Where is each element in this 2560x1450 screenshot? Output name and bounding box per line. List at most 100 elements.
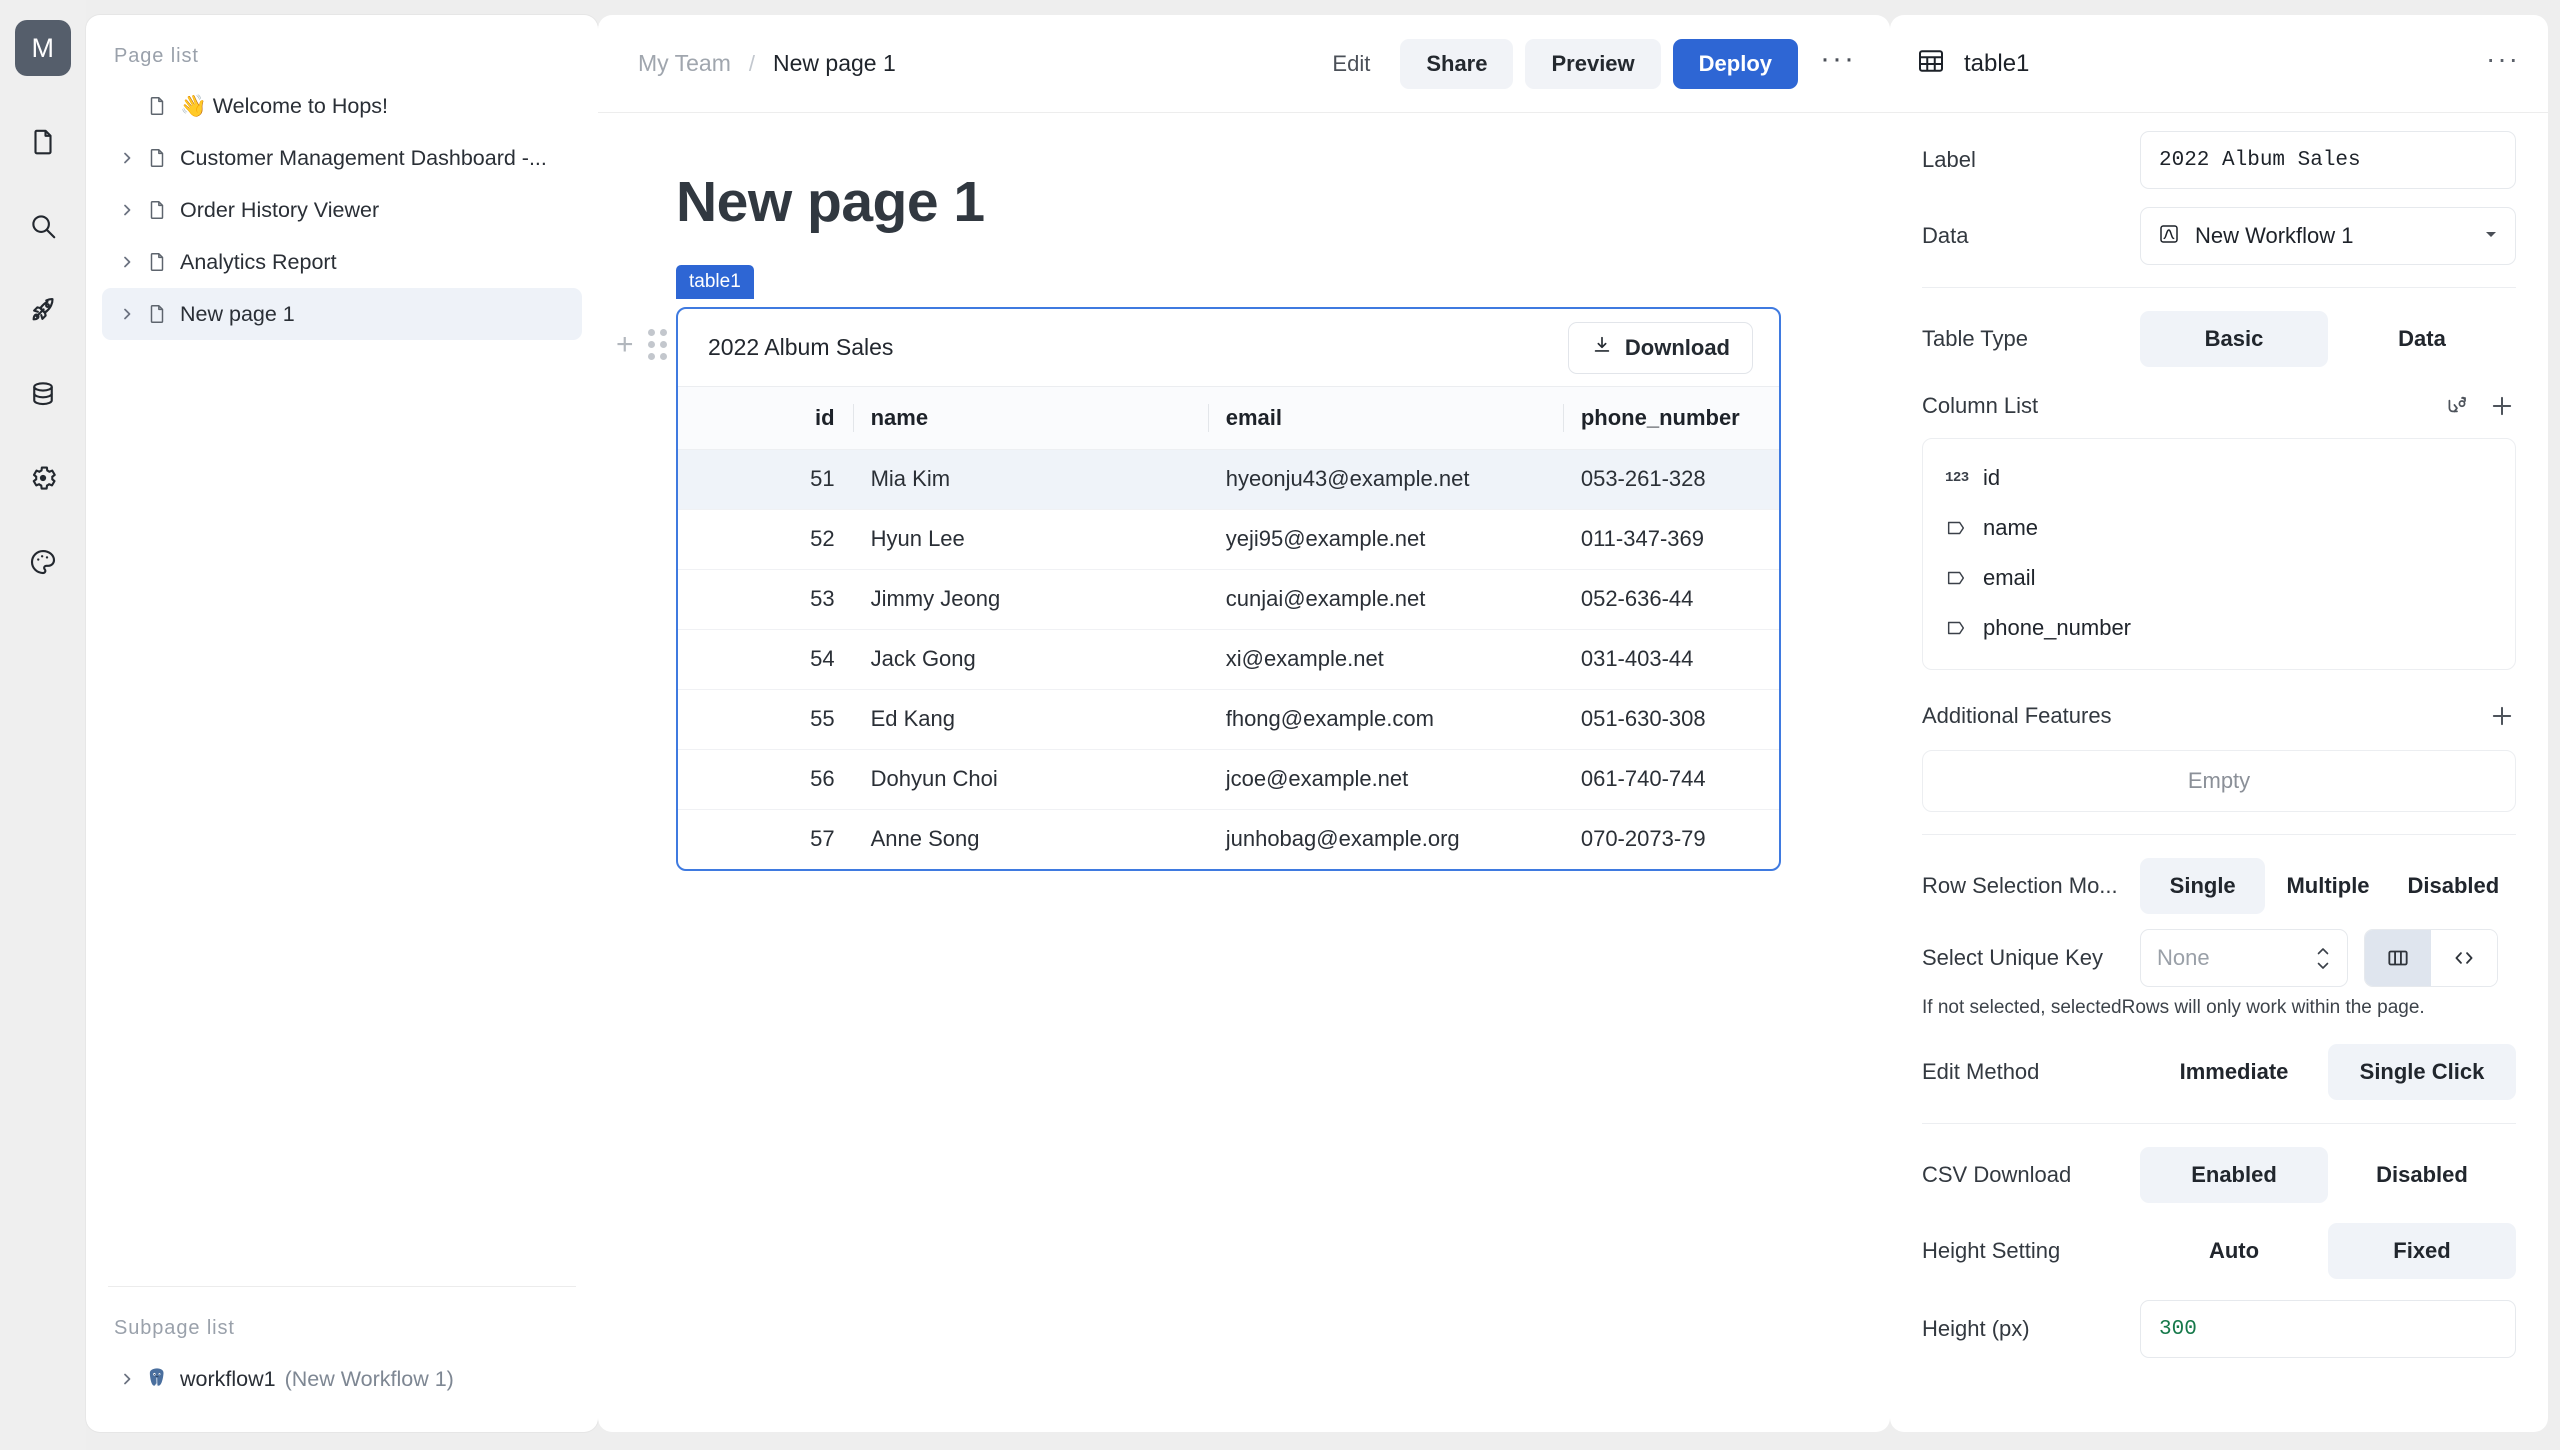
rail-item-settings[interactable] — [15, 450, 71, 506]
preview-button[interactable]: Preview — [1525, 38, 1661, 89]
table-type-option-basic[interactable]: Basic — [2140, 311, 2328, 367]
drag-handle-icon[interactable] — [647, 329, 667, 360]
column-list-item[interactable]: phone_number — [1923, 603, 2515, 653]
height-setting-segmented: Auto Fixed — [2140, 1223, 2516, 1279]
table-scroll-area[interactable]: id name email phone_number 51 Mia Kim hy… — [678, 387, 1779, 869]
page-list-item[interactable]: Order History Viewer — [102, 184, 582, 236]
height-setting-label: Height Setting — [1922, 1238, 2061, 1263]
page-list-item-selected[interactable]: New page 1 — [102, 288, 582, 340]
pages-icon — [28, 127, 58, 157]
edit-method-option-immediate[interactable]: Immediate — [2140, 1044, 2328, 1100]
chevron-right-icon[interactable] — [114, 254, 140, 270]
csv-download-row: CSV Download Enabled Disabled — [1890, 1146, 2548, 1204]
cell-email: hyeonju43@example.net — [1207, 449, 1563, 510]
cell-phone-number: 052-636-44 — [1562, 569, 1779, 630]
add-feature-icon[interactable] — [2488, 702, 2516, 730]
table-row[interactable]: 51 Mia Kim hyeonju43@example.net 053-261… — [678, 449, 1779, 510]
cell-id: 54 — [678, 629, 853, 690]
page-list-item-label: Analytics Report — [180, 249, 337, 274]
unique-key-select[interactable]: None — [2140, 929, 2348, 987]
column-header-phone-number[interactable]: phone_number — [1562, 387, 1779, 450]
columns-mode-icon[interactable] — [2365, 930, 2431, 986]
rail-item-search[interactable] — [15, 198, 71, 254]
row-selection-option-single[interactable]: Single — [2140, 858, 2266, 914]
code-mode-icon[interactable] — [2431, 930, 2497, 986]
share-button[interactable]: Share — [1400, 38, 1514, 89]
table-row[interactable]: 57 Anne Song junhobag@example.org 070-20… — [678, 809, 1779, 869]
add-widget-icon[interactable]: + — [616, 329, 634, 360]
column-header-email[interactable]: email — [1207, 387, 1563, 450]
column-list: 123 id name email phone_number — [1922, 438, 2516, 670]
cell-id: 51 — [678, 449, 853, 510]
height-setting-option-fixed[interactable]: Fixed — [2328, 1223, 2516, 1279]
table-component-icon — [1916, 46, 1946, 81]
table-widget[interactable]: 2022 Album Sales Download id name email … — [676, 307, 1781, 871]
rail-item-pages[interactable] — [15, 114, 71, 170]
table-row[interactable]: 55 Ed Kang fhong@example.com 051-630-308 — [678, 689, 1779, 750]
page-list-item[interactable]: 👋 Welcome to Hops! — [102, 80, 582, 132]
breadcrumb-separator: / — [748, 50, 756, 76]
inspector-header: table1 ··· — [1890, 15, 2548, 113]
chevron-right-icon[interactable] — [114, 1371, 140, 1387]
unique-key-mode-toggle — [2364, 929, 2498, 987]
select-unique-key-row: Select Unique Key None — [1890, 929, 2548, 987]
label-input[interactable]: 2022 Album Sales — [2140, 131, 2516, 189]
edit-method-label: Edit Method — [1922, 1059, 2040, 1084]
chevron-right-icon[interactable] — [114, 202, 140, 218]
table-type-segmented: Basic Data — [2140, 311, 2516, 367]
rail-item-deploy[interactable] — [15, 282, 71, 338]
column-list-item-label: name — [1983, 515, 2039, 540]
cell-phone-number: 053-261-328 — [1562, 449, 1779, 510]
table-row[interactable]: 52 Hyun Lee yeji95@example.net 011-347-3… — [678, 509, 1779, 570]
cell-email: xi@example.net — [1207, 629, 1563, 690]
workspace-logo[interactable]: M — [15, 20, 71, 76]
widget-name-badge[interactable]: table1 — [676, 265, 754, 299]
edit-button[interactable]: Edit — [1314, 51, 1388, 77]
rail-item-theme[interactable] — [15, 534, 71, 590]
subpage-list-item[interactable]: workflow1 (New Workflow 1) — [102, 1352, 582, 1406]
height-setting-option-auto[interactable]: Auto — [2140, 1223, 2328, 1279]
chevron-right-icon[interactable] — [114, 306, 140, 322]
breadcrumb-page[interactable]: New page 1 — [773, 50, 896, 77]
table-header-row: id name email phone_number — [678, 387, 1779, 450]
row-selection-option-disabled[interactable]: Disabled — [2391, 858, 2516, 914]
page-list-item[interactable]: Analytics Report — [102, 236, 582, 288]
download-button[interactable]: Download — [1567, 321, 1753, 374]
inspector-more-icon[interactable]: ··· — [2486, 44, 2520, 73]
page-list-item[interactable]: Customer Management Dashboard -... — [102, 132, 582, 184]
cell-id: 53 — [678, 569, 853, 630]
csv-download-label: CSV Download — [1922, 1162, 2072, 1187]
additional-features-empty[interactable]: Empty — [1922, 750, 2516, 812]
select-unique-key-label: Select Unique Key — [1922, 945, 2103, 970]
inspector-scrollbar[interactable] — [2538, 135, 2545, 655]
subpage-list-title: Subpage list — [114, 1317, 235, 1339]
table-row[interactable]: 54 Jack Gong xi@example.net 031-403-44 — [678, 629, 1779, 690]
auto-generate-columns-icon[interactable] — [2444, 393, 2470, 419]
column-header-name[interactable]: name — [852, 387, 1208, 450]
column-list-item[interactable]: 123 id — [1923, 453, 2515, 503]
row-selection-option-multiple[interactable]: Multiple — [2265, 858, 2390, 914]
stepper-arrows-icon[interactable] — [2315, 947, 2331, 970]
table-row[interactable]: 53 Jimmy Jeong cunjai@example.net 052-63… — [678, 569, 1779, 630]
data-source-select[interactable]: New Workflow 1 — [2140, 207, 2516, 265]
deploy-button[interactable]: Deploy — [1672, 38, 1799, 89]
cell-email: yeji95@example.net — [1207, 509, 1563, 570]
csv-download-option-enabled[interactable]: Enabled — [2140, 1147, 2328, 1203]
rail-item-resources[interactable] — [15, 366, 71, 422]
table-row[interactable]: 56 Dohyun Choi jcoe@example.net 061-740-… — [678, 749, 1779, 810]
text-type-icon — [1945, 617, 1983, 639]
csv-download-option-disabled[interactable]: Disabled — [2328, 1147, 2516, 1203]
column-list-item[interactable]: name — [1923, 503, 2515, 553]
more-options-icon[interactable]: ··· — [1820, 43, 1856, 74]
height-px-input[interactable]: 300 — [2140, 1300, 2516, 1358]
column-list-item[interactable]: email — [1923, 553, 2515, 603]
table-type-option-data[interactable]: Data — [2328, 311, 2516, 367]
add-column-icon[interactable] — [2488, 392, 2516, 420]
column-header-id[interactable]: id — [678, 387, 853, 450]
edit-method-option-single-click[interactable]: Single Click — [2328, 1044, 2516, 1100]
breadcrumb-team[interactable]: My Team — [638, 50, 731, 77]
column-list-item-label: id — [1983, 465, 2001, 490]
chevron-right-icon[interactable] — [114, 150, 140, 166]
inspector-divider-1 — [1922, 287, 2516, 288]
row-selection-mode-row: Row Selection Mo... Single Multiple Disa… — [1890, 857, 2548, 915]
